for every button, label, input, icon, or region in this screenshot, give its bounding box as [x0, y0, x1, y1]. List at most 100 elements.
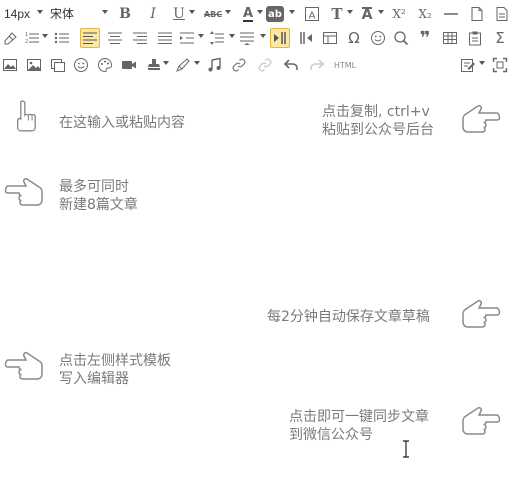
tip-line: 点击左侧样式模板 — [59, 353, 171, 369]
page-icon — [471, 7, 483, 21]
insert-table-button[interactable] — [440, 28, 460, 48]
edit-tip-button[interactable] — [458, 55, 478, 75]
bullet-list-icon — [54, 32, 69, 44]
unlink-button[interactable] — [255, 55, 275, 75]
blockquote-button[interactable]: ❞ — [415, 28, 435, 49]
special-char-button[interactable]: Ω — [344, 28, 364, 48]
align-center-button[interactable] — [105, 28, 125, 48]
underline-button[interactable]: U — [169, 4, 189, 24]
bold-button[interactable]: B — [115, 4, 135, 24]
map-stamp-icon — [148, 59, 160, 70]
tip-autosave: 每2分钟自动保存文章草稿 — [267, 308, 430, 326]
indent-caret-icon[interactable] — [198, 34, 204, 38]
paragraph-spacing-caret-icon[interactable] — [260, 34, 266, 38]
insert-link-button[interactable] — [229, 55, 249, 75]
italic-button[interactable]: I — [143, 4, 163, 24]
tip-line: 点击复制, ctrl+v — [322, 104, 430, 120]
align-center-icon — [108, 32, 122, 44]
indent-button[interactable] — [177, 28, 197, 48]
search-replace-button[interactable] — [391, 28, 411, 48]
unordered-list-button[interactable] — [52, 28, 72, 48]
fullscreen-button[interactable] — [490, 55, 510, 75]
paragraph-format-button[interactable]: T — [327, 4, 347, 24]
font-family-caret-icon[interactable] — [102, 10, 108, 14]
brush-caret-icon[interactable] — [194, 61, 200, 65]
underline-caret-icon[interactable] — [189, 10, 195, 14]
insert-image-button[interactable] — [0, 55, 20, 75]
paragraph-format-caret-icon[interactable] — [347, 10, 353, 14]
picture-icon — [27, 59, 41, 71]
font-family-select[interactable]: 宋体 — [50, 5, 105, 23]
editor-content-area[interactable] — [0, 80, 514, 477]
align-left-button[interactable] — [80, 28, 100, 48]
brush-button[interactable] — [173, 55, 193, 75]
redo-icon — [310, 59, 325, 70]
svg-text:1: 1 — [25, 32, 28, 38]
html-source-button[interactable]: HTML — [332, 55, 358, 75]
clear-format-button[interactable]: A — [357, 4, 377, 24]
horizontal-rule-button[interactable] — [441, 4, 461, 24]
edit-note-icon — [461, 59, 475, 72]
redo-button[interactable] — [307, 55, 327, 75]
hand-pointing-left-icon — [461, 405, 501, 444]
strikethrough-button[interactable]: ABC — [202, 4, 224, 24]
toolbar-row-2: 12 Ω ❞ Σ — [0, 25, 514, 51]
multi-image-button[interactable] — [24, 55, 44, 75]
insert-map-button[interactable] — [144, 55, 164, 75]
font-size-caret-icon[interactable] — [37, 10, 43, 14]
align-right-button[interactable] — [130, 28, 150, 48]
palette-icon — [98, 57, 113, 73]
paste-board-button[interactable] — [465, 28, 485, 48]
highlight-button[interactable]: ab — [266, 6, 284, 22]
highlight-caret-icon[interactable] — [289, 10, 295, 14]
text-direction-rtl-icon — [300, 32, 312, 44]
font-size-value: 14px — [4, 7, 31, 21]
new-page-button[interactable] — [467, 4, 487, 24]
paste-plain-button[interactable] — [492, 4, 512, 24]
clipboard-icon — [469, 31, 481, 46]
music-button[interactable] — [204, 55, 224, 75]
border-a-button[interactable]: A — [302, 4, 322, 24]
tip-line: 写入编辑器 — [59, 371, 129, 387]
toolbar-row-1: 14px 宋体 B I U ABC A ab A T A X² X₂ — [0, 1, 514, 27]
rtl-direction-button[interactable] — [296, 28, 316, 48]
search-icon — [394, 31, 409, 46]
edit-tip-caret-icon[interactable] — [479, 61, 485, 65]
undo-button[interactable] — [281, 55, 301, 75]
emoji-gif-button[interactable] — [71, 55, 91, 75]
clear-format-caret-icon[interactable] — [378, 10, 384, 14]
superscript-button[interactable]: X² — [389, 4, 409, 24]
scrawl-button[interactable] — [95, 55, 115, 75]
ordered-list-button[interactable]: 12 — [22, 28, 42, 48]
paragraph-spacing-icon — [240, 32, 254, 45]
tip-copy-ctrl-v: 点击复制, ctrl+v 粘贴到公众号后台 — [322, 103, 434, 139]
font-color-button[interactable]: A — [238, 4, 258, 24]
emotion-button[interactable] — [368, 28, 388, 48]
music-note-icon — [208, 57, 221, 72]
align-justify-button[interactable] — [155, 28, 175, 48]
insert-video-button[interactable] — [119, 55, 139, 75]
background-button[interactable] — [48, 55, 68, 75]
formula-button[interactable]: Σ — [490, 28, 510, 48]
ordered-list-caret-icon[interactable] — [42, 34, 48, 38]
format-brush-button[interactable] — [0, 28, 20, 48]
tip-line: 在这输入或粘贴内容 — [59, 115, 185, 131]
paragraph-spacing-button[interactable] — [237, 28, 257, 48]
line-height-caret-icon[interactable] — [229, 34, 235, 38]
tip-style-templates: 点击左侧样式模板 写入编辑器 — [59, 352, 171, 388]
line-height-button[interactable] — [207, 28, 227, 48]
align-right-icon — [133, 32, 147, 44]
hand-pointing-left-icon — [461, 103, 501, 142]
insert-frame-button[interactable] — [320, 28, 340, 48]
ltr-direction-button[interactable] — [270, 28, 290, 48]
font-size-select[interactable]: 14px — [4, 5, 42, 23]
tip-sync-wechat: 点击即可一键同步文章 到微信公众号 — [289, 408, 429, 444]
subscript-button[interactable]: X₂ — [415, 4, 435, 24]
svg-text:2: 2 — [25, 39, 28, 45]
font-color-caret-icon[interactable] — [257, 10, 263, 14]
text-direction-ltr-icon — [274, 32, 286, 44]
strikethrough-caret-icon[interactable] — [225, 10, 231, 14]
insert-map-caret-icon[interactable] — [163, 61, 169, 65]
tip-line: 每2分钟自动保存文章草稿 — [267, 309, 430, 325]
tip-line: 粘贴到公众号后台 — [322, 122, 434, 138]
